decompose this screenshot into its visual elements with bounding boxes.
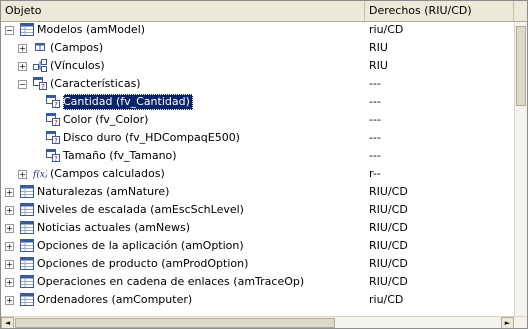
table-icon	[20, 23, 34, 36]
row-object-name: Tamaño (fv_Tamano)	[63, 149, 177, 162]
tree-row[interactable]: + f(x) (Campos calculados) r--	[1, 166, 514, 184]
expand-button[interactable]: +	[5, 242, 14, 251]
links-icon	[33, 59, 47, 72]
tree-row[interactable]: + Ordenadores (amComputer) riu/CD	[1, 292, 514, 310]
row-rights-value: ---	[369, 131, 381, 144]
row-rights-value: ---	[369, 113, 381, 126]
svg-text:f(x): f(x)	[33, 169, 47, 180]
expand-button[interactable]: +	[18, 170, 27, 179]
row-rights-value: RIU	[369, 41, 388, 54]
row-rights-value: ---	[369, 95, 381, 108]
row-object-name: Ordenadores (amComputer)	[37, 293, 193, 306]
expand-button[interactable]: +	[5, 224, 14, 233]
scroll-right-button[interactable]: ►	[501, 317, 514, 328]
vertical-scrollbar[interactable]	[514, 22, 527, 316]
expand-button[interactable]: +	[5, 278, 14, 287]
row-object-name: Opciones de la aplicación (amOption)	[37, 239, 244, 252]
row-object-name: (Características)	[50, 77, 141, 90]
column-header-filler	[514, 1, 527, 21]
table-icon	[20, 257, 34, 270]
row-object-name: Noticias actuales (amNews)	[37, 221, 191, 234]
table-icon	[20, 293, 34, 306]
collapse-button[interactable]: −	[18, 80, 27, 89]
row-rights-value: RIU/CD	[369, 185, 408, 198]
fields-icon	[33, 41, 47, 54]
row-object-name: Niveles de escalada (amEscSchLevel)	[37, 203, 244, 216]
tree-row[interactable]: + (Vínculos) RIU	[1, 58, 514, 76]
row-object-name: Cantidad (fv_Cantidad)	[63, 94, 193, 110]
tree-row[interactable]: + Noticias actuales (amNews) RIU/CD	[1, 220, 514, 238]
function-icon: f(x)	[32, 167, 49, 180]
table-icon	[20, 275, 34, 288]
feature-icon: ?	[46, 149, 60, 163]
collapse-button[interactable]: −	[5, 26, 14, 35]
row-rights-value: r--	[369, 167, 381, 180]
row-rights-value: ---	[369, 149, 381, 162]
row-object-name: Opciones de producto (amProdOption)	[37, 257, 249, 270]
expand-button[interactable]: +	[5, 206, 14, 215]
svg-text:?: ?	[54, 101, 58, 108]
tree-row[interactable]: − Modelos (amModel) riu/CD	[1, 22, 514, 40]
row-object-name: Disco duro (fv_HDCompaqE500)	[63, 131, 240, 144]
expand-button[interactable]: +	[5, 296, 14, 305]
svg-text:?: ?	[41, 83, 45, 90]
horizontal-scroll-thumb[interactable]	[15, 318, 335, 328]
expand-button[interactable]: +	[5, 260, 14, 269]
tree-rows: − Modelos (amModel) riu/CD + (Campos) RIU + (Ví…	[1, 22, 514, 316]
row-object-name: Color (fv_Color)	[63, 113, 149, 126]
row-rights-value: ---	[369, 77, 381, 90]
column-header-rights[interactable]: Derechos (RIU/CD)	[365, 1, 514, 21]
table-icon	[20, 239, 34, 252]
expand-button[interactable]: +	[5, 188, 14, 197]
table-icon	[20, 185, 34, 198]
table-icon	[20, 203, 34, 216]
feature-icon: ?	[46, 131, 60, 145]
row-rights-value: RIU/CD	[369, 275, 408, 288]
horizontal-scrollbar[interactable]: ◄ ►	[1, 316, 527, 328]
scroll-left-button[interactable]: ◄	[1, 317, 14, 328]
tree-row[interactable]: ? Disco duro (fv_HDCompaqE500) ---	[1, 130, 514, 148]
row-object-name: Modelos (amModel)	[37, 23, 146, 36]
tree-row[interactable]: + Opciones de producto (amProdOption) RIU/…	[1, 256, 514, 274]
row-rights-value: riu/CD	[369, 293, 404, 306]
tree-row[interactable]: ? Cantidad (fv_Cantidad) ---	[1, 94, 514, 112]
tree-row[interactable]: + Naturalezas (amNature) RIU/CD	[1, 184, 514, 202]
row-object-name: (Vínculos)	[50, 59, 105, 72]
row-object-name: Operaciones en cadena de enlaces (amTrac…	[37, 275, 305, 288]
table-icon	[20, 221, 34, 234]
svg-text:?: ?	[54, 137, 58, 144]
tree-row[interactable]: + Operaciones en cadena de enlaces (amTra…	[1, 274, 514, 292]
tree-list-view: Objeto Derechos (RIU/CD) − Modelos (amMod…	[0, 0, 528, 329]
tree-row[interactable]: ? Color (fv_Color) ---	[1, 112, 514, 130]
expand-button[interactable]: +	[18, 62, 27, 71]
row-rights-value: RIU/CD	[369, 239, 408, 252]
row-rights-value: RIU/CD	[369, 203, 408, 216]
vertical-scroll-thumb[interactable]	[516, 26, 526, 106]
feature-icon: ?	[46, 113, 60, 127]
tree-row[interactable]: + (Campos) RIU	[1, 40, 514, 58]
row-rights-value: RIU	[369, 59, 388, 72]
expand-button[interactable]: +	[18, 44, 27, 53]
column-header-bar: Objeto Derechos (RIU/CD)	[1, 1, 527, 22]
column-header-object[interactable]: Objeto	[1, 1, 365, 21]
tree-row[interactable]: −? (Características) ---	[1, 76, 514, 94]
row-object-name: Naturalezas (amNature)	[37, 185, 170, 198]
row-rights-value: RIU/CD	[369, 221, 408, 234]
row-object-name: (Campos calculados)	[50, 167, 165, 180]
tree-row[interactable]: ? Tamaño (fv_Tamano) ---	[1, 148, 514, 166]
feature-icon: ?	[46, 95, 60, 109]
row-rights-value: riu/CD	[369, 23, 404, 36]
svg-text:?: ?	[54, 155, 58, 162]
tree-row[interactable]: + Opciones de la aplicación (amOption) RIU…	[1, 238, 514, 256]
tree-row[interactable]: + Niveles de escalada (amEscSchLevel) RIU/…	[1, 202, 514, 220]
features-icon: ?	[33, 77, 47, 91]
svg-text:?: ?	[54, 119, 58, 126]
row-object-name: (Campos)	[50, 41, 104, 54]
row-rights-value: RIU/CD	[369, 257, 408, 270]
